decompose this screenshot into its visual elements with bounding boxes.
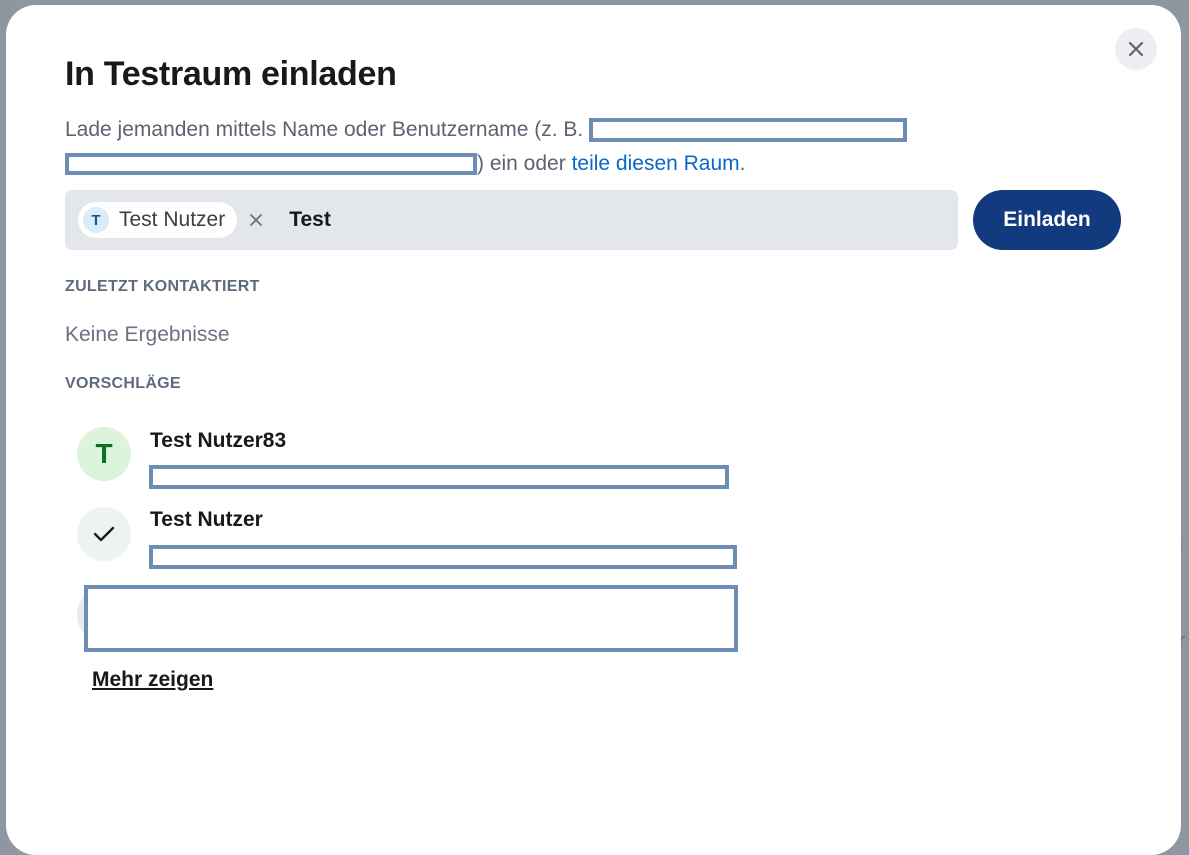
redacted-example — [589, 118, 908, 143]
redacted-user-id — [149, 465, 729, 489]
remove-pill-button[interactable] — [243, 207, 269, 233]
suggestions-section-label: VORSCHLÄGE — [65, 375, 181, 392]
description-text: Lade jemanden mittels Name oder Benutzer… — [65, 118, 584, 141]
close-icon — [250, 214, 263, 226]
pill-label: Test Nutzer — [119, 208, 226, 231]
share-room-link[interactable]: teile diesen Raum — [572, 152, 740, 175]
close-button[interactable] — [1115, 28, 1157, 70]
description-text: . — [739, 152, 746, 175]
redacted-user-id — [149, 545, 737, 569]
invite-dialog: In Testraum einladen Lade jemanden mitte… — [6, 5, 1181, 855]
suggestion-name: Test Nutzer — [150, 508, 263, 531]
suggestion-name: Test Nutzer83 — [150, 429, 287, 452]
suggestion-item[interactable]: Test Nutzer — [77, 505, 777, 575]
avatar: T — [83, 207, 109, 233]
invite-search-box[interactable]: T Test Nutzer — [65, 190, 958, 250]
close-icon — [1128, 41, 1144, 57]
avatar — [77, 507, 131, 561]
search-input[interactable] — [289, 208, 850, 232]
invite-button[interactable]: Einladen — [973, 190, 1121, 250]
description-text: ) ein oder — [477, 152, 566, 175]
suggestion-item[interactable]: T Test Nutzer83 — [77, 425, 777, 495]
recent-section-label: ZULETZT KONTAKTIERT — [65, 278, 260, 295]
dialog-description: Lade jemanden mittels Name oder Benutzer… — [65, 113, 965, 181]
redacted-suggestion — [84, 585, 738, 652]
avatar: T — [77, 427, 131, 481]
dialog-title: In Testraum einladen — [65, 55, 397, 93]
show-more-link[interactable]: Mehr zeigen — [92, 668, 213, 692]
check-icon — [93, 526, 115, 542]
no-results-text: Keine Ergebnisse — [65, 323, 230, 346]
redacted-example — [65, 153, 477, 176]
selected-user-pill: T Test Nutzer — [78, 202, 238, 238]
